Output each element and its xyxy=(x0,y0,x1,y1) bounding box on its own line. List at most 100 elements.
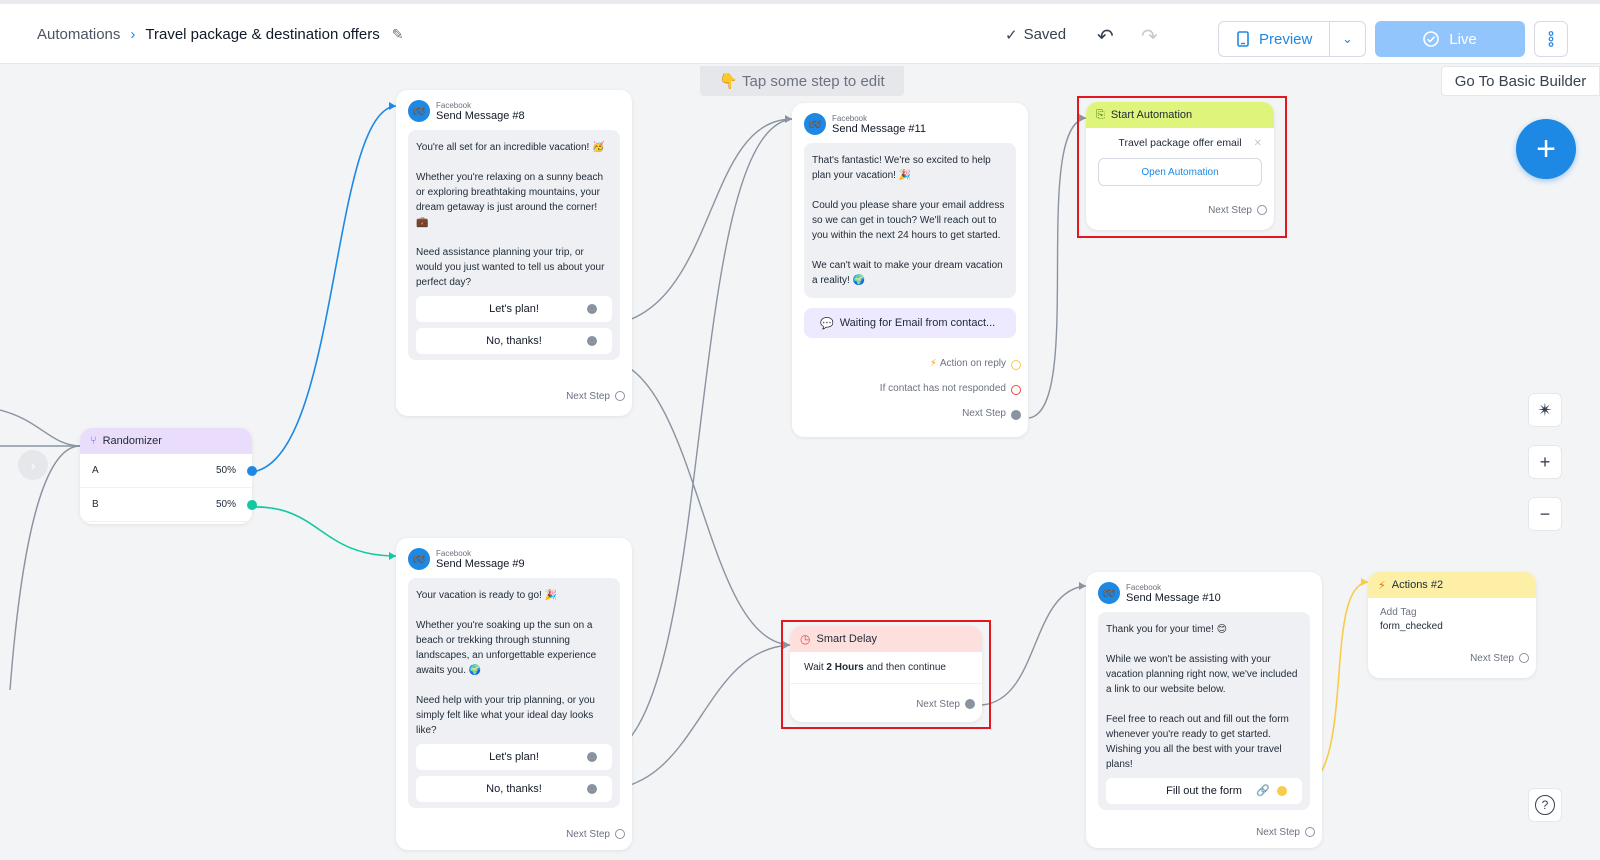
node-header: ➿ Facebook Send Message #9 xyxy=(396,538,632,570)
output-handle[interactable] xyxy=(587,304,597,314)
breadcrumb: Automations › Travel package & destinati… xyxy=(37,26,403,43)
randomizer-row-a: A 50% xyxy=(80,454,257,488)
platform-label: Facebook xyxy=(436,548,472,558)
next-step-handle[interactable] xyxy=(1305,827,1315,837)
message-bubble[interactable]: Your vacation is ready to go! 🎉 Whether … xyxy=(408,578,620,744)
quick-reply-button[interactable]: Let's plan! xyxy=(416,296,612,322)
url-button[interactable]: Fill out the form 🔗 xyxy=(1106,778,1302,804)
output-handle[interactable] xyxy=(1277,786,1287,796)
next-step-handle[interactable] xyxy=(1011,410,1021,420)
next-step-handle[interactable] xyxy=(1519,653,1529,663)
redo-icon[interactable]: ↷ xyxy=(1141,24,1158,49)
send-message-11-node[interactable]: ➿ Facebook Send Message #11 That's fanta… xyxy=(792,103,1028,437)
message-text: Your vacation is ready to go! 🎉 xyxy=(416,590,558,601)
button-label: No, thanks! xyxy=(486,783,542,795)
chevron-right-icon: › xyxy=(130,26,136,43)
next-step-label: Next Step xyxy=(916,699,960,710)
send-message-9-node[interactable]: ➿ Facebook Send Message #9 Your vacation… xyxy=(396,538,632,850)
output-handle[interactable] xyxy=(587,784,597,794)
button-label: Fill out the form xyxy=(1166,785,1242,797)
messenger-icon: ➿ xyxy=(408,548,430,570)
not-responded-label: If contact has not responded xyxy=(879,383,1006,394)
not-responded-handle[interactable] xyxy=(1011,385,1021,395)
next-step-handle[interactable] xyxy=(615,391,625,401)
randomizer-title: Randomizer xyxy=(102,435,162,447)
next-step-handle[interactable] xyxy=(1257,205,1267,215)
quick-reply-button[interactable]: No, thanks! xyxy=(416,776,612,802)
more-options-button[interactable] xyxy=(1534,21,1568,57)
message-text: You're all set for an incredible vacatio… xyxy=(416,142,605,153)
randomizer-node[interactable]: ⑂ Randomizer A 50% B 50% xyxy=(80,428,257,524)
action-item[interactable]: Add Tag form_checked xyxy=(1368,598,1536,642)
question-icon: ? xyxy=(1535,795,1555,815)
randomizer-row-b: B 50% xyxy=(80,488,257,522)
action-value: form_checked xyxy=(1380,621,1443,632)
zoom-in-button[interactable]: + xyxy=(1528,445,1562,479)
send-message-8-node[interactable]: ➿ Facebook Send Message #8 You're all se… xyxy=(396,90,632,416)
preview-main[interactable]: Preview xyxy=(1219,22,1329,56)
next-step-handle[interactable] xyxy=(615,829,625,839)
node-header: ➿ Facebook Send Message #8 xyxy=(396,90,632,122)
go-to-basic-builder-button[interactable]: Go To Basic Builder xyxy=(1441,66,1600,96)
close-icon[interactable]: ✕ xyxy=(1254,138,1262,149)
zoom-out-button[interactable]: − xyxy=(1528,497,1562,531)
chevron-right-icon[interactable]: › xyxy=(18,450,48,480)
lightning-icon: ⚡ xyxy=(1378,579,1386,592)
action-on-reply-label: Action on reply xyxy=(939,358,1006,369)
node-title: Actions #2 xyxy=(1391,579,1444,591)
node-title: Send Message #9 xyxy=(436,557,525,570)
automation-name: Travel package offer email xyxy=(1118,137,1242,149)
node-title: Start Automation xyxy=(1110,109,1193,121)
top-bar: Automations › Travel package & destinati… xyxy=(0,0,1600,64)
action-label: Add Tag xyxy=(1380,607,1417,618)
next-step-handle[interactable] xyxy=(965,699,975,709)
undo-icon[interactable]: ↶ xyxy=(1097,24,1114,49)
smart-delay-header: ◷ Smart Delay xyxy=(790,626,982,652)
message-text: Feel free to reach out and fill out the … xyxy=(1106,714,1289,770)
message-text: Whether you're relaxing on a sunny beach… xyxy=(416,172,604,228)
message-bubble[interactable]: You're all set for an incredible vacatio… xyxy=(408,130,620,296)
message-text: We can't wait to make your dream vacatio… xyxy=(812,260,1003,286)
quick-reply-button[interactable]: Let's plan! xyxy=(416,744,612,770)
chevron-down-icon[interactable]: ⌄ xyxy=(1329,22,1365,56)
smart-delay-node[interactable]: ◷ Smart Delay Wait 2 Hours and then cont… xyxy=(790,626,982,722)
next-step-label: Next Step xyxy=(1470,653,1514,664)
messenger-icon: ➿ xyxy=(408,100,430,122)
message-bubble[interactable]: Thank you for your time! 😊 While we won'… xyxy=(1098,612,1310,778)
minus-icon: − xyxy=(1539,503,1551,524)
message-bubble[interactable]: That's fantastic! We're so excited to he… xyxy=(804,143,1016,298)
wait-value: 2 Hours xyxy=(826,662,864,673)
send-message-10-node[interactable]: ➿ Facebook Send Message #10 Thank you fo… xyxy=(1086,572,1322,848)
messenger-icon: ➿ xyxy=(1098,582,1120,604)
output-handle[interactable] xyxy=(587,752,597,762)
message-text: While we won't be assisting with your va… xyxy=(1106,654,1298,695)
magic-wand-icon: ✴ xyxy=(1537,399,1553,420)
button-label: Let's plan! xyxy=(489,751,539,763)
output-handle[interactable] xyxy=(587,336,597,346)
help-button[interactable]: ? xyxy=(1528,788,1562,822)
button-label: Let's plan! xyxy=(489,303,539,315)
preview-button[interactable]: Preview ⌄ xyxy=(1218,21,1366,57)
message-text: Could you please share your email addres… xyxy=(812,200,1005,241)
pencil-icon[interactable]: ✎ xyxy=(392,26,404,43)
node-title: Send Message #8 xyxy=(436,109,525,122)
row-value: 50% xyxy=(215,465,236,476)
add-step-button[interactable]: + xyxy=(1516,119,1576,179)
hint-text: Tap some step to edit xyxy=(742,72,885,90)
automation-title: Travel package & destination offers xyxy=(145,26,380,43)
magic-wand-button[interactable]: ✴ xyxy=(1528,393,1562,427)
breadcrumb-automations-link[interactable]: Automations xyxy=(37,26,120,43)
live-button[interactable]: Live xyxy=(1375,21,1525,57)
action-on-reply-handle[interactable] xyxy=(1011,360,1021,370)
actions-2-node[interactable]: ⚡ Actions #2 Add Tag form_checked Next S… xyxy=(1368,572,1536,678)
output-handle[interactable] xyxy=(247,466,257,476)
open-automation-button[interactable]: Open Automation xyxy=(1098,158,1262,186)
preview-label: Preview xyxy=(1259,30,1313,48)
start-automation-node[interactable]: ⎘ Start Automation Travel package offer … xyxy=(1086,102,1274,230)
quick-reply-button[interactable]: No, thanks! xyxy=(416,328,612,354)
output-handle[interactable] xyxy=(247,500,257,510)
next-step-label: Next Step xyxy=(1208,205,1252,216)
message-text: Whether you're soaking up the sun on a b… xyxy=(416,620,597,676)
waiting-for-email-pill[interactable]: 💬 Waiting for Email from contact... xyxy=(804,308,1016,338)
action-on-reply-row: ⚡ Action on reply xyxy=(930,358,1006,369)
